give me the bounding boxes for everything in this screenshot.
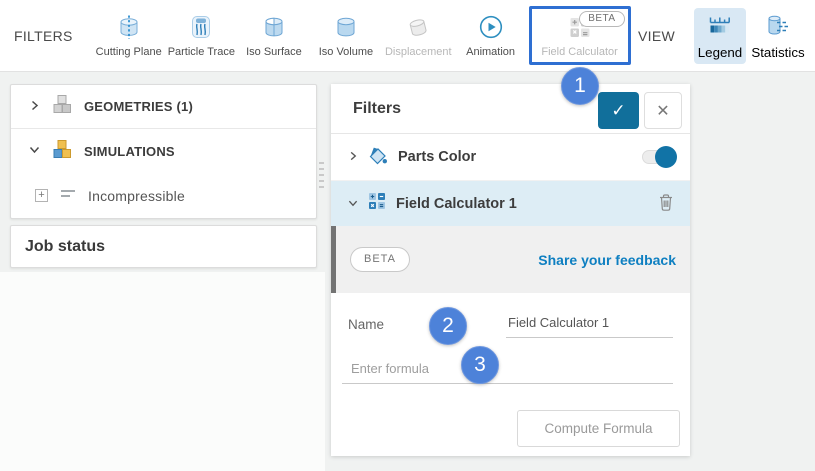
legend-button[interactable]: Legend xyxy=(694,8,746,64)
annotation-step-3-badge: 3 xyxy=(461,346,499,384)
filters-panel: Filters ✓ ✕ Parts Color xyxy=(331,84,690,456)
filters-panel-header: Filters ✓ ✕ xyxy=(331,84,690,134)
trash-icon xyxy=(658,193,674,215)
animation-play-icon xyxy=(478,14,504,43)
incompressible-icon xyxy=(57,182,79,209)
expand-plus-icon[interactable]: + xyxy=(35,189,48,202)
tree-item-simulations[interactable]: SIMULATIONS xyxy=(11,129,316,173)
delete-filter-button[interactable] xyxy=(658,193,674,215)
field-calculator-row[interactable]: Field Calculator 1 xyxy=(331,181,690,226)
beta-badge: BETA xyxy=(579,11,624,27)
field-calculator-grid-icon xyxy=(368,192,386,215)
tree-item-label: SIMULATIONS xyxy=(84,144,175,159)
confirm-button[interactable]: ✓ xyxy=(598,92,639,129)
filter-row-label: Field Calculator 1 xyxy=(396,196,517,212)
tree-item-label: Incompressible xyxy=(88,188,185,204)
chevron-right-icon[interactable] xyxy=(348,148,358,166)
displacement-icon xyxy=(405,14,431,43)
tool-label: Displacement xyxy=(385,46,452,58)
filter-row-label: Parts Color xyxy=(398,149,476,165)
cutting-plane-icon xyxy=(116,14,142,43)
toggle-knob xyxy=(655,146,677,168)
workspace-background xyxy=(0,272,325,471)
panel-resize-handle[interactable] xyxy=(319,162,324,188)
paint-bucket-icon xyxy=(368,145,388,170)
chevron-right-icon[interactable] xyxy=(29,98,40,116)
iso-volume-button[interactable]: Iso Volume xyxy=(310,12,382,60)
statistics-button[interactable]: Statistics xyxy=(752,8,804,64)
tree-item-geometries[interactable]: GEOMETRIES (1) xyxy=(11,85,316,129)
beta-badge: BETA xyxy=(350,247,410,272)
filters-section-label: FILTERS xyxy=(14,28,73,44)
iso-volume-icon xyxy=(333,14,359,43)
share-feedback-link[interactable]: Share your feedback xyxy=(538,252,676,268)
simulations-cubes-icon xyxy=(51,138,73,165)
panel-title: Filters xyxy=(353,100,401,118)
close-button[interactable]: ✕ xyxy=(644,92,682,129)
particle-trace-icon xyxy=(188,14,214,43)
name-field-label: Name xyxy=(348,317,384,332)
iso-surface-icon xyxy=(261,14,287,43)
iso-surface-button[interactable]: Iso Surface xyxy=(238,12,310,60)
tool-label: Legend xyxy=(698,45,742,60)
cutting-plane-button[interactable]: Cutting Plane xyxy=(93,12,165,60)
tree-item-incompressible[interactable]: + Incompressible xyxy=(11,173,316,218)
parts-color-toggle[interactable] xyxy=(642,150,674,164)
name-input[interactable] xyxy=(506,311,673,338)
view-section-label: VIEW xyxy=(638,28,675,44)
displacement-button[interactable]: Displacement xyxy=(382,12,455,60)
chevron-down-icon[interactable] xyxy=(348,195,358,213)
parts-color-row[interactable]: Parts Color xyxy=(331,134,690,181)
compute-formula-button[interactable]: Compute Formula xyxy=(517,410,680,447)
filters-toolbar: FILTERS Cutting Plane xyxy=(0,0,815,72)
tree-item-label: GEOMETRIES (1) xyxy=(84,99,193,114)
tool-label: Iso Surface xyxy=(246,46,302,58)
tool-label: Iso Volume xyxy=(319,46,373,58)
geometries-cubes-icon xyxy=(51,93,73,120)
tool-label: Particle Trace xyxy=(168,46,235,58)
formula-input[interactable] xyxy=(342,357,673,384)
tool-label: Cutting Plane xyxy=(96,46,162,58)
job-status-panel[interactable]: Job status xyxy=(10,225,317,268)
tool-label: Statistics xyxy=(751,45,804,60)
app-window: FILTERS Cutting Plane xyxy=(0,0,815,471)
close-icon: ✕ xyxy=(656,103,669,120)
field-calculator-form: Name Compute Formula 2 3 xyxy=(331,293,690,456)
tool-label: Animation xyxy=(466,46,515,58)
annotation-step-1-badge: 1 xyxy=(561,67,599,105)
animation-button[interactable]: Animation xyxy=(455,12,527,60)
scene-tree-panel: GEOMETRIES (1) SIMULATIONS + xyxy=(10,84,317,219)
tool-label: Field Calculator xyxy=(541,46,617,58)
beta-feedback-section: BETA Share your feedback xyxy=(331,226,690,293)
statistics-icon xyxy=(765,13,791,42)
job-status-label: Job status xyxy=(11,226,316,267)
particle-trace-button[interactable]: Particle Trace xyxy=(165,12,238,60)
field-calculator-annotation-box: BETA xyxy=(529,6,631,65)
chevron-down-icon[interactable] xyxy=(29,142,40,160)
legend-icon xyxy=(707,13,733,42)
check-icon: ✓ xyxy=(611,101,625,120)
annotation-step-2-badge: 2 xyxy=(429,307,467,345)
